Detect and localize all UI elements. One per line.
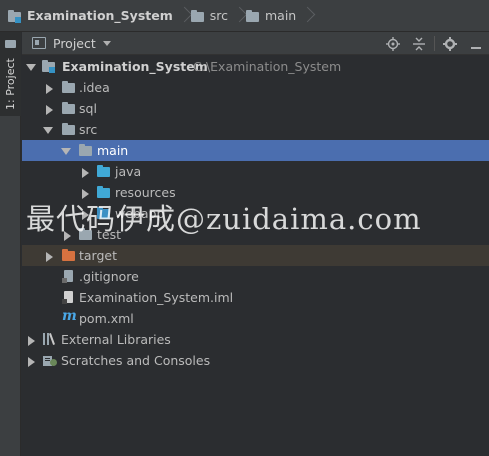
tree-item-src[interactable]: src — [22, 119, 489, 140]
tree-item-label: src — [79, 122, 98, 137]
tree-item-sql[interactable]: sql — [22, 98, 489, 119]
locate-file-button[interactable] — [380, 32, 406, 55]
settings-button[interactable] — [437, 32, 463, 55]
module-folder-icon — [42, 59, 58, 73]
maven-icon: m — [62, 308, 77, 324]
breadcrumb-label: Examination_System — [27, 8, 173, 23]
tree-item-webapp[interactable]: webapp — [22, 203, 489, 224]
hide-panel-button[interactable] — [463, 32, 489, 55]
chevron-right-icon[interactable] — [26, 335, 36, 346]
breadcrumb-item-src[interactable]: src — [190, 0, 232, 32]
breadcrumb-label: src — [209, 8, 228, 23]
project-tab-icon — [5, 40, 16, 48]
tree-item-resources[interactable]: resources — [22, 182, 489, 203]
tree-item-java[interactable]: java — [22, 161, 489, 182]
folder-icon — [246, 9, 260, 22]
tree-item-label: Scratches and Consoles — [61, 353, 211, 368]
project-tab-label: 1: Project — [4, 58, 17, 110]
tree-item-label: resources — [115, 185, 176, 200]
collapse-all-icon — [413, 37, 425, 50]
gear-icon — [443, 36, 457, 51]
chevron-right-icon[interactable] — [44, 251, 54, 262]
crosshair-icon — [386, 36, 400, 51]
tree-item-target[interactable]: target — [22, 245, 489, 266]
tree-item-label: .idea — [79, 80, 110, 95]
folder-icon — [190, 9, 205, 22]
breadcrumb-separator — [302, 0, 310, 32]
project-view-icon — [32, 37, 46, 49]
resources-folder-icon — [97, 185, 113, 199]
source-folder-icon — [97, 164, 113, 178]
chevron-right-icon[interactable] — [62, 230, 72, 241]
tree-item-label: test — [97, 227, 122, 242]
chevron-down-icon[interactable] — [43, 125, 53, 135]
breadcrumb: Examination_System src main — [0, 0, 489, 32]
tree-item-label: sql — [79, 101, 97, 116]
tree-item-scratches[interactable]: Scratches and Consoles — [22, 350, 489, 371]
folder-icon — [62, 122, 78, 136]
chevron-right-icon[interactable] — [44, 104, 54, 115]
tree-item-pom[interactable]: m pom.xml — [22, 308, 489, 329]
folder-icon — [62, 80, 78, 94]
minimize-icon — [471, 46, 481, 49]
tree-item-label: webapp — [115, 206, 165, 221]
library-icon — [42, 332, 58, 346]
text-file-icon — [62, 269, 78, 283]
collapse-all-button[interactable] — [406, 32, 432, 55]
breadcrumb-separator — [234, 0, 242, 32]
tree-item-label: Examination_System.iml — [79, 290, 234, 305]
tree-item-label: Examination_System — [62, 59, 208, 74]
chevron-right-icon[interactable] — [26, 356, 36, 367]
ide-window: Examination_System src main 1: Project P… — [0, 0, 489, 456]
project-view-selector[interactable]: Project — [53, 36, 96, 51]
tree-item-external-libraries[interactable]: External Libraries — [22, 329, 489, 350]
tree-item-label: External Libraries — [61, 332, 171, 347]
breadcrumb-item-main[interactable]: main — [246, 0, 300, 32]
panel-toolbar — [380, 32, 489, 55]
scratches-icon — [42, 353, 58, 367]
folder-icon — [79, 227, 95, 241]
chevron-right-icon[interactable] — [80, 209, 90, 220]
chevron-right-icon[interactable] — [44, 83, 54, 94]
module-folder-icon — [8, 9, 22, 23]
tree-item-label: .gitignore — [79, 269, 139, 284]
project-tool-window-tab[interactable]: 1: Project — [0, 32, 21, 116]
tree-item-label: main — [97, 143, 129, 158]
chevron-right-icon[interactable] — [80, 167, 90, 178]
breadcrumb-item-examination-system[interactable]: Examination_System — [8, 0, 177, 32]
tree-item-gitignore[interactable]: .gitignore — [22, 266, 489, 287]
breadcrumb-label: main — [265, 8, 297, 23]
tree-item-label: java — [115, 164, 142, 179]
web-folder-icon — [97, 206, 113, 220]
toolbar-divider — [434, 36, 435, 51]
tree-item-label: target — [79, 248, 118, 263]
tree-item-root[interactable]: Examination_System C:\Examination_System — [22, 56, 489, 77]
tree-item-idea[interactable]: .idea — [22, 77, 489, 98]
tree-item-label: pom.xml — [79, 311, 134, 326]
chevron-down-icon[interactable] — [61, 146, 71, 156]
tool-window-strip: 1: Project — [0, 32, 21, 456]
breadcrumb-separator — [179, 0, 187, 32]
tree-item-main[interactable]: main — [22, 140, 489, 161]
project-panel-header: Project — [22, 32, 489, 55]
module-file-icon — [62, 290, 78, 304]
chevron-down-icon[interactable] — [102, 40, 111, 46]
folder-icon — [79, 143, 95, 157]
tree-item-iml[interactable]: Examination_System.iml — [22, 287, 489, 308]
tree-item-path: C:\Examination_System — [193, 59, 342, 74]
chevron-down-icon[interactable] — [26, 62, 36, 72]
excluded-folder-icon — [62, 248, 78, 262]
chevron-right-icon[interactable] — [80, 188, 90, 199]
project-tree: Examination_System C:\Examination_System… — [22, 56, 489, 456]
folder-icon — [62, 101, 78, 115]
tree-item-test[interactable]: test — [22, 224, 489, 245]
